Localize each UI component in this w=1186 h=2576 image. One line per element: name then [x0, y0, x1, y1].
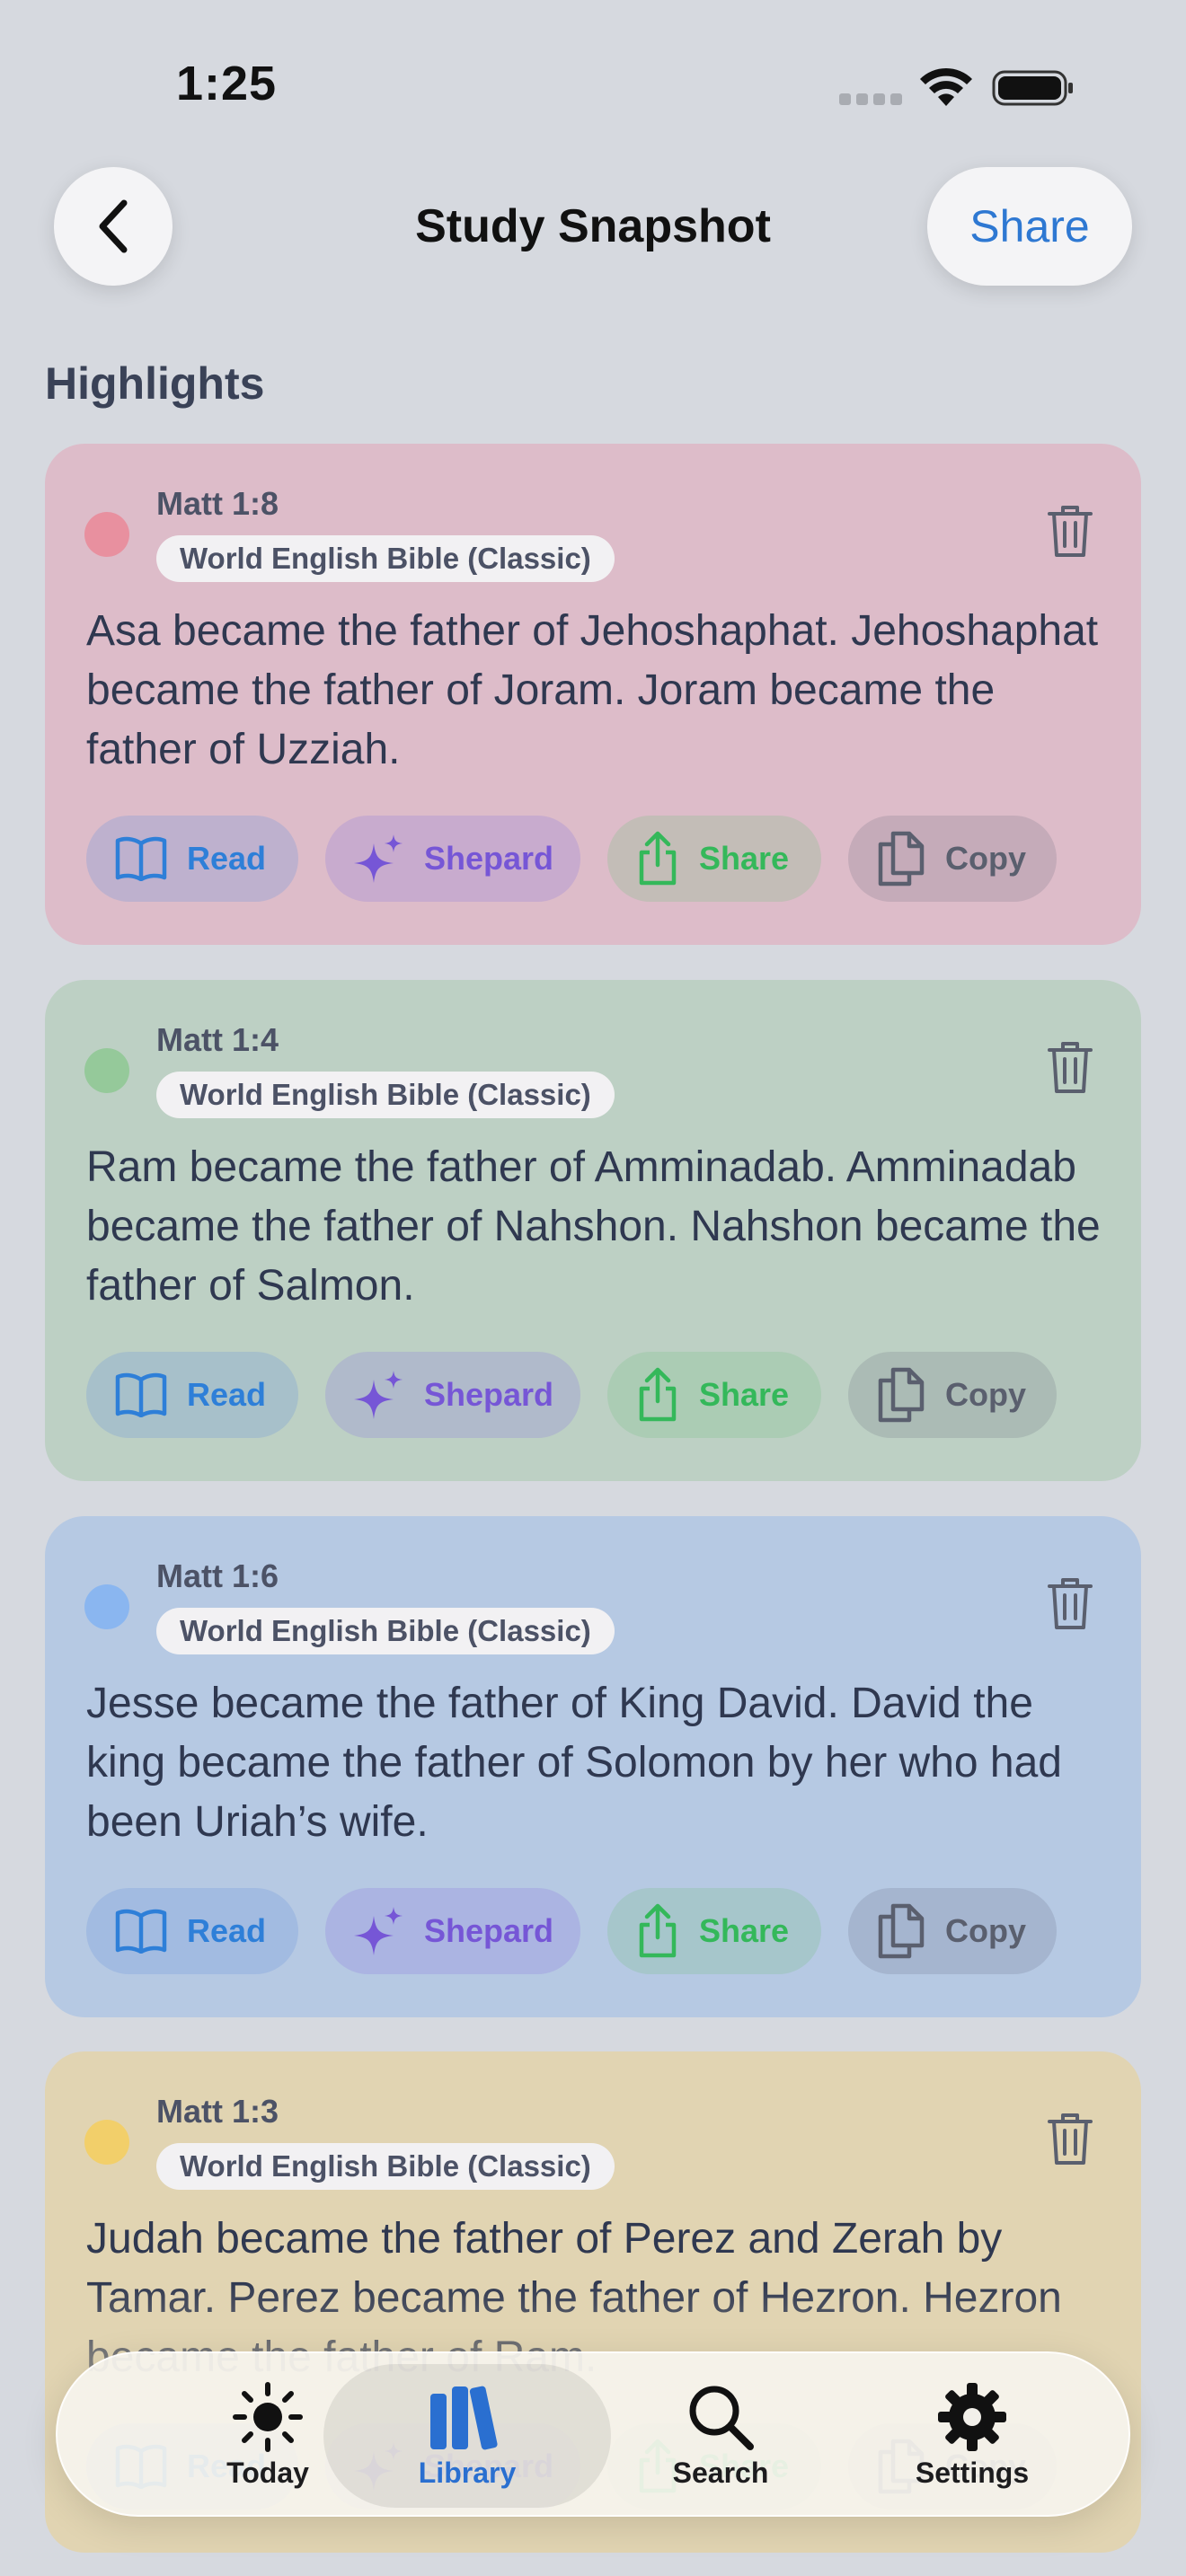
trash-icon[interactable]: [1046, 2111, 1094, 2166]
book-icon: [115, 1372, 167, 1417]
read-button[interactable]: Read: [86, 816, 298, 902]
copy-icon: [878, 1903, 925, 1959]
share-icon: [639, 1903, 677, 1958]
copy-icon: [878, 831, 925, 887]
battery-icon: [992, 70, 1073, 106]
book-icon: [115, 1909, 167, 1954]
sparkles-icon: [354, 1371, 403, 1419]
shepard-button[interactable]: Shepard: [325, 1352, 580, 1438]
bible-version-badge: World English Bible (Classic): [156, 1608, 615, 1654]
share-verse-button[interactable]: Share: [607, 1352, 821, 1438]
status-time: 1:25: [176, 57, 278, 110]
read-button[interactable]: Read: [86, 1352, 298, 1438]
book-icon: [115, 836, 167, 881]
bible-version-badge: World English Bible (Classic): [156, 2143, 615, 2190]
tab-library[interactable]: Library: [323, 2364, 611, 2508]
highlight-card: Matt 1:8 World English Bible (Classic) Asa…: [45, 444, 1141, 945]
sun-icon: [233, 2381, 303, 2452]
highlight-color-dot: [84, 1584, 129, 1629]
verse-text: Jesse became the father of King David. D…: [86, 1680, 1062, 1846]
card-actions: Read Shepard Share Copy: [86, 816, 1057, 902]
copy-label: Copy: [945, 1376, 1026, 1413]
card-actions: Read Shepard Share Copy: [86, 1352, 1057, 1438]
gear-icon: [938, 2382, 1006, 2451]
verse-reference: Matt 1:6: [156, 1557, 279, 1594]
card-actions: Read Shepard Share Copy: [86, 1888, 1057, 1974]
copy-button[interactable]: Copy: [848, 1352, 1057, 1438]
magnifier-icon: [689, 2386, 754, 2450]
highlight-color-dot: [84, 2120, 129, 2165]
tab-bar: Today Library Search Settings: [56, 2351, 1130, 2517]
cellular-signal-icon: [839, 93, 902, 105]
read-label: Read: [187, 840, 267, 877]
wifi-icon: [920, 67, 972, 106]
copy-label: Copy: [945, 840, 1026, 877]
shepard-label: Shepard: [424, 1912, 554, 1949]
shepard-label: Shepard: [424, 1376, 554, 1413]
share-icon: [639, 831, 677, 886]
trash-icon[interactable]: [1046, 1039, 1094, 1095]
trash-icon[interactable]: [1046, 503, 1094, 559]
copy-button[interactable]: Copy: [848, 816, 1057, 902]
copy-label: Copy: [945, 1912, 1026, 1949]
read-label: Read: [187, 1912, 267, 1949]
verse-text: Ram became the father of Amminadab. Ammi…: [86, 1143, 1101, 1310]
shepard-button[interactable]: Shepard: [325, 816, 580, 902]
books-icon: [430, 2386, 498, 2449]
tab-label: Search: [672, 2456, 769, 2489]
bible-version-badge: World English Bible (Classic): [156, 1072, 615, 1118]
highlight-color-dot: [84, 1048, 129, 1093]
read-button[interactable]: Read: [86, 1888, 298, 1974]
sparkles-icon: [354, 1907, 403, 1955]
tab-label: Settings: [915, 2456, 1030, 2489]
sparkles-icon: [354, 834, 403, 883]
highlight-card: Matt 1:6 World English Bible (Classic) Jes…: [45, 1516, 1141, 2017]
verse-reference: Matt 1:3: [156, 2093, 279, 2130]
share-icon: [639, 1367, 677, 1422]
share-verse-button[interactable]: Share: [607, 816, 821, 902]
copy-button[interactable]: Copy: [848, 1888, 1057, 1974]
highlight-color-dot: [84, 512, 129, 557]
share-label: Share: [699, 840, 790, 877]
shepard-label: Shepard: [424, 840, 554, 877]
copy-icon: [878, 1367, 925, 1423]
share-label: Share: [699, 1376, 790, 1413]
shepard-button[interactable]: Shepard: [325, 1888, 580, 1974]
tab-label: Today: [226, 2456, 309, 2489]
read-label: Read: [187, 1376, 267, 1413]
section-title-highlights: Highlights: [45, 358, 265, 409]
verse-text: Asa became the father of Jehoshaphat. Je…: [86, 607, 1099, 773]
bible-version-badge: World English Bible (Classic): [156, 535, 615, 582]
tab-label: Library: [418, 2456, 517, 2489]
tab-settings[interactable]: Settings: [828, 2364, 1116, 2508]
trash-icon[interactable]: [1046, 1575, 1094, 1631]
highlight-card: Matt 1:4 World English Bible (Classic) Ram…: [45, 980, 1141, 1481]
share-button[interactable]: Share: [927, 167, 1132, 286]
share-label: Share: [699, 1912, 790, 1949]
verse-reference: Matt 1:4: [156, 1021, 279, 1058]
tab-search[interactable]: Search: [577, 2364, 864, 2508]
share-verse-button[interactable]: Share: [607, 1888, 821, 1974]
verse-reference: Matt 1:8: [156, 485, 279, 522]
status-bar: 1:25: [0, 0, 1186, 171]
